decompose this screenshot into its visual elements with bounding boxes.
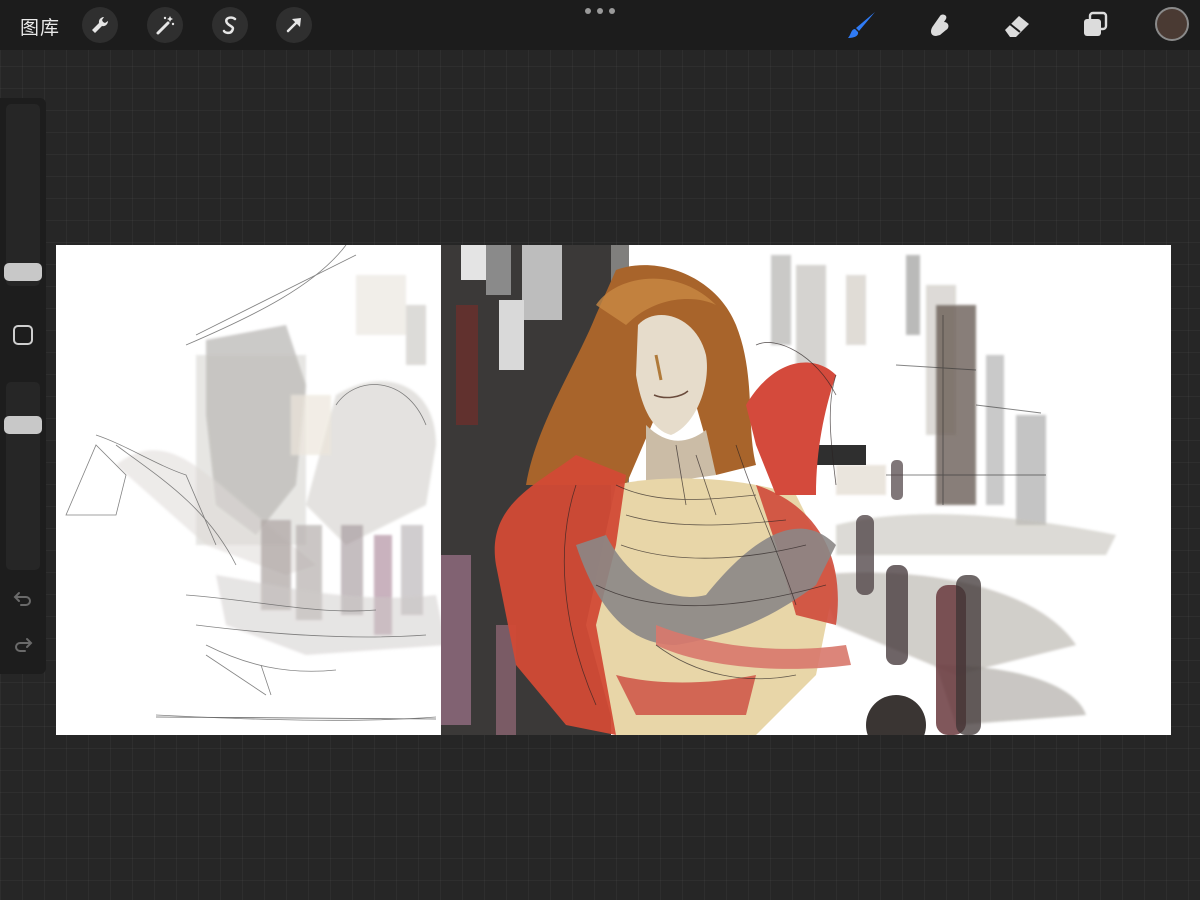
undo-button[interactable] xyxy=(11,589,35,609)
magic-wand-icon xyxy=(156,16,175,35)
dot-icon xyxy=(609,8,615,14)
color-swatch[interactable] xyxy=(1155,7,1189,41)
top-toolbar: 图库 xyxy=(0,0,1200,50)
brush-icon xyxy=(848,12,875,38)
brush-size-thumb[interactable] xyxy=(4,263,42,281)
dot-icon xyxy=(597,8,603,14)
smudge-tool-button[interactable] xyxy=(921,7,957,43)
adjustments-button[interactable] xyxy=(147,7,183,43)
dot-icon xyxy=(585,8,591,14)
actions-button[interactable] xyxy=(82,7,118,43)
brush-size-slider[interactable] xyxy=(6,104,40,286)
undo-icon xyxy=(13,592,31,606)
brush-tool-button[interactable] xyxy=(844,7,880,43)
wrench-icon xyxy=(92,16,109,33)
opacity-slider[interactable] xyxy=(6,382,40,570)
smudge-icon xyxy=(931,14,949,36)
layers-button[interactable] xyxy=(1077,7,1113,43)
painting-artwork xyxy=(65,245,1116,735)
gallery-button[interactable]: 图库 xyxy=(20,13,60,40)
layers-icon xyxy=(1084,11,1108,36)
selection-button[interactable] xyxy=(212,7,248,43)
selection-s-icon xyxy=(222,16,237,35)
modify-button[interactable] xyxy=(13,325,33,345)
transform-button[interactable] xyxy=(276,7,312,43)
left-sidebar xyxy=(0,98,46,674)
drawing-canvas[interactable] xyxy=(56,245,1171,735)
eraser-icon xyxy=(1005,16,1029,37)
more-options-button[interactable] xyxy=(585,8,615,16)
redo-icon xyxy=(15,638,33,652)
eraser-tool-button[interactable] xyxy=(999,7,1035,43)
opacity-thumb[interactable] xyxy=(4,416,42,434)
transform-arrow-icon xyxy=(286,18,301,33)
redo-button[interactable] xyxy=(11,635,35,655)
